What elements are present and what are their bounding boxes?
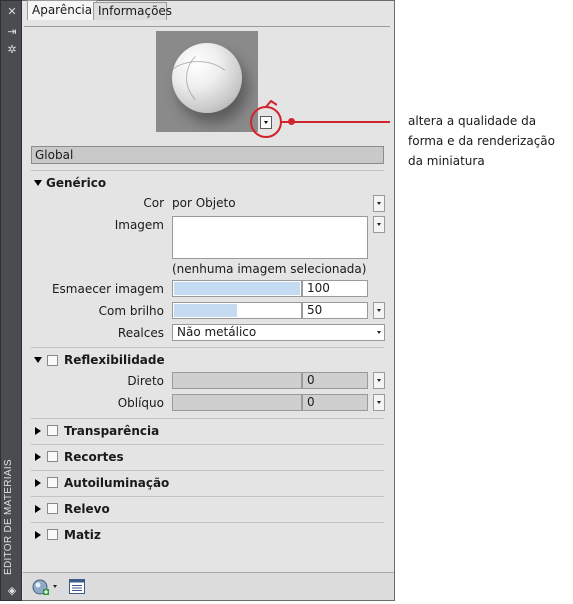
direct-input[interactable]: 0 [302,372,368,389]
divider [31,522,384,523]
expand-tint-icon[interactable] [35,531,41,539]
divider [31,444,384,445]
section-tint-title[interactable]: Matiz [64,528,101,542]
image-box[interactable] [172,216,368,259]
section-transparency-title[interactable]: Transparência [64,424,159,438]
tint-checkbox[interactable] [47,529,58,540]
gloss-slider-fill [174,304,237,317]
expand-transparency-icon[interactable] [35,427,41,435]
oblique-label: Oblíquo [117,396,164,410]
fade-label: Esmaecer imagem [51,282,164,296]
gloss-slider[interactable] [172,302,302,319]
section-reflectivity-title[interactable]: Reflexibilidade [64,353,165,367]
fade-slider[interactable] [172,280,302,297]
fade-slider-fill [174,282,300,295]
expand-cutouts-icon[interactable] [35,453,41,461]
gloss-input[interactable]: 50 [302,302,368,319]
cutouts-checkbox[interactable] [47,451,58,462]
direct-options-button[interactable] [373,372,385,389]
create-material-dropdown-icon[interactable] [53,585,57,588]
oblique-options-button[interactable] [373,394,385,411]
global-bar[interactable]: Global [31,146,384,164]
highlights-label: Realces [117,326,164,340]
callout-line [281,121,390,123]
section-bump-title[interactable]: Relevo [64,502,110,516]
palette-title-strip: ✕ ⇥ ✲ EDITOR DE MATERIAIS ◈ [0,0,22,601]
callout-circle [250,106,282,138]
callout-dot [288,118,295,125]
gloss-label: Com brilho [98,304,164,318]
palette-title: EDITOR DE MATERIAIS [3,459,14,575]
properties-icon[interactable]: ✲ [5,44,19,56]
section-self-illumination-title[interactable]: Autoiluminação [64,476,169,490]
expand-reflectivity-icon[interactable] [34,357,42,363]
highlights-select-value: Não metálico [177,325,257,339]
transparency-checkbox[interactable] [47,425,58,436]
color-options-button[interactable] [373,195,385,212]
expand-self-illumination-icon[interactable] [35,479,41,487]
image-note: (nenhuma imagem selecionada) [172,262,367,276]
callout-arrowhead [265,100,277,108]
tab-baseline [24,26,390,27]
material-preview [156,31,258,132]
image-options-button[interactable] [373,216,385,233]
oblique-input[interactable]: 0 [302,394,368,411]
close-icon[interactable]: ✕ [5,6,19,18]
bottom-toolbar [23,572,394,600]
tab-information[interactable]: Informações [93,2,172,20]
callout-note: altera a qualidade da forma e da renderi… [408,114,555,168]
section-generic-title[interactable]: Genérico [46,176,106,190]
highlights-select[interactable]: Não metálico [172,324,385,341]
divider [31,347,384,348]
expand-bump-icon[interactable] [35,505,41,513]
materials-editor-icon: ◈ [7,584,17,597]
tab-appearance[interactable]: Aparência [27,0,98,20]
color-label: Cor [143,196,164,210]
section-cutouts-title[interactable]: Recortes [64,450,124,464]
autohide-icon[interactable]: ⇥ [5,26,19,38]
direct-label: Direto [127,374,164,388]
divider [31,418,384,419]
self-illumination-checkbox[interactable] [47,477,58,488]
divider [31,170,384,171]
expand-generic-icon[interactable] [34,180,42,186]
image-label: Imagem [114,218,164,232]
bump-checkbox[interactable] [47,503,58,514]
chevron-down-icon [377,331,381,334]
color-value: por Objeto [172,196,236,210]
divider [31,496,384,497]
oblique-slider[interactable] [172,394,302,411]
fade-input[interactable]: 100 [302,280,368,297]
material-browser-icon[interactable] [69,579,85,594]
reflectivity-checkbox[interactable] [47,355,58,366]
preview-sphere [162,43,242,113]
gloss-options-button[interactable] [373,302,385,319]
divider [31,470,384,471]
direct-slider[interactable] [172,372,302,389]
create-material-icon[interactable] [32,578,50,596]
